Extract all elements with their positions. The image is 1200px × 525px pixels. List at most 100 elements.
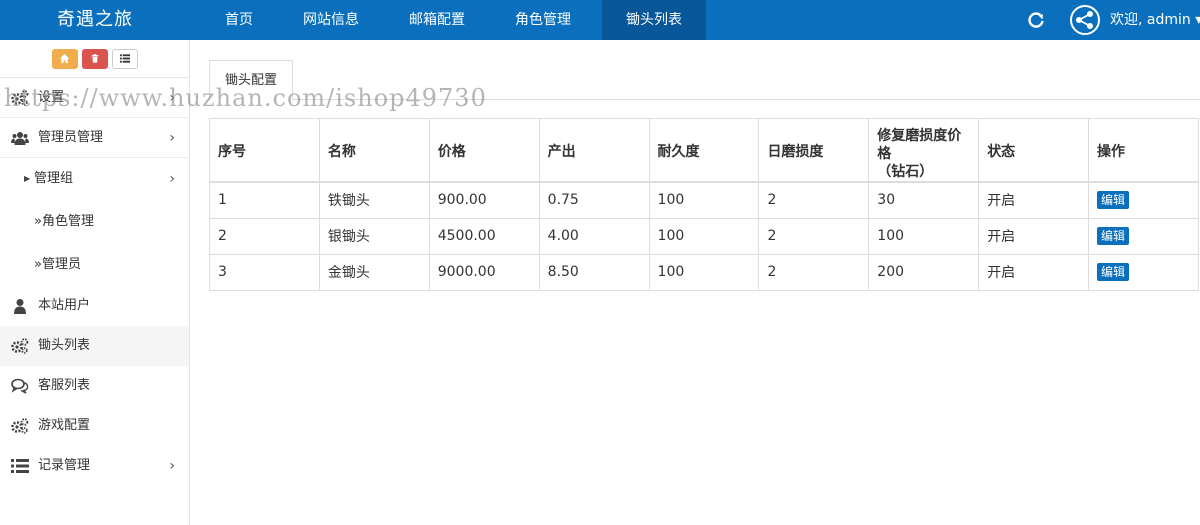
cell-index: 3 [209, 253, 320, 291]
comments-icon [11, 378, 29, 394]
column-header: 价格 [428, 118, 540, 183]
user-icon [14, 299, 26, 314]
sidebar-item-label: 锄头列表 [38, 338, 91, 353]
sidebar-item-label: 管理员管理 [38, 130, 104, 145]
table-row: 3 金锄头 9000.00 8.50 100 2 200 开启 编辑 [209, 253, 1199, 291]
cell-actions: 编辑 [1088, 253, 1199, 291]
app-title[interactable]: 奇遇之旅 [0, 0, 190, 40]
sidebar-item-site-users[interactable]: 本站用户 [0, 286, 189, 326]
chevron-right-icon: › [169, 171, 175, 187]
edit-button[interactable]: 编辑 [1097, 191, 1130, 210]
cell-status: 开启 [978, 181, 1090, 219]
chevron-right-icon: › [169, 130, 175, 146]
column-header: 序号 [209, 118, 320, 183]
cell-repair-price: 100 [868, 217, 980, 255]
users-icon [11, 132, 29, 145]
user-menu[interactable]: 欢迎, admin ▾ [1110, 0, 1200, 40]
sidebar-item-hoe-list[interactable]: 锄头列表 [0, 326, 189, 366]
cell-durability: 100 [648, 253, 760, 291]
nav-home[interactable]: 首页 [206, 0, 272, 40]
cell-index: 2 [209, 217, 320, 255]
cell-daily-wear: 2 [758, 253, 870, 291]
nav-email-config[interactable]: 邮箱配置 [390, 0, 484, 40]
edit-button[interactable]: 编辑 [1097, 227, 1130, 245]
list-icon [119, 54, 130, 63]
cell-status: 开启 [978, 253, 1090, 291]
edit-button[interactable]: 编辑 [1097, 263, 1130, 281]
gears-icon [11, 418, 29, 434]
column-header: 修复磨损度价格 （钻石） [868, 118, 980, 183]
list-button[interactable] [111, 48, 138, 69]
table-row: 2 银锄头 4500.00 4.00 100 2 100 开启 编辑 [209, 217, 1199, 255]
column-header: 耐久度 [648, 118, 760, 183]
sidebar-item-label: »管理员 [34, 257, 81, 272]
cell-daily-wear: 2 [758, 217, 870, 255]
sidebar-toolbar [0, 40, 189, 78]
cell-actions: 编辑 [1088, 181, 1199, 219]
cell-name: 银锄头 [318, 217, 430, 255]
column-header: 日磨损度 [758, 118, 870, 183]
chevron-right-icon: › [169, 458, 175, 474]
chevron-right-icon: › [169, 90, 175, 106]
cell-output: 4.00 [538, 217, 650, 255]
nav-site-info[interactable]: 网站信息 [284, 0, 378, 40]
column-header: 名称 [318, 118, 430, 183]
cell-name: 铁锄头 [318, 181, 430, 219]
column-header-line: 修复磨损度价格 [877, 128, 962, 162]
avatar[interactable] [1070, 5, 1100, 35]
cell-price: 900.00 [428, 181, 540, 219]
sidebar-item-label: »角色管理 [34, 214, 94, 229]
gears-icon [11, 90, 29, 106]
sidebar-item-settings[interactable]: 设置 › [0, 78, 189, 118]
sidebar-item-record-management[interactable]: 记录管理 › [0, 446, 189, 486]
sidebar-item-game-config[interactable]: 游戏配置 [0, 406, 189, 446]
cell-repair-price: 30 [868, 181, 980, 219]
nav-role-management[interactable]: 角色管理 [496, 0, 590, 40]
column-header-line: （钻石） [877, 164, 934, 180]
sidebar-item-admin-management[interactable]: 管理员管理 › [0, 118, 189, 158]
share-nodes-icon [1076, 11, 1093, 29]
sidebar-item-label: 记录管理 [38, 458, 91, 473]
cell-daily-wear: 2 [758, 181, 870, 219]
column-header: 操作 [1088, 118, 1199, 183]
trash-button[interactable] [81, 48, 108, 69]
sidebar-item-label: 游戏配置 [38, 418, 91, 433]
tab-hoe-config[interactable]: 锄头配置 [209, 60, 293, 100]
sidebar-item-label: 设置 [38, 90, 65, 105]
sidebar-item-administrators[interactable]: »管理员 [0, 243, 189, 286]
cell-price: 9000.00 [428, 253, 540, 291]
nav-hoe-list[interactable]: 锄头列表 [602, 0, 706, 40]
table-header-row: 序号 名称 价格 产出 耐久度 日磨损度 修复磨损度价格 （钻石） 状态 操作 [209, 118, 1199, 183]
sidebar-item-label: 客服列表 [38, 378, 91, 393]
sidebar-item-label: 管理组 [34, 171, 74, 186]
cell-name: 金锄头 [318, 253, 430, 291]
home-icon [59, 53, 70, 64]
cell-price: 4500.00 [428, 217, 540, 255]
hoe-table: 序号 名称 价格 产出 耐久度 日磨损度 修复磨损度价格 （钻石） 状态 操作 1… [209, 118, 1199, 291]
sidebar-item-admin-group[interactable]: ▶ 管理组 › [0, 158, 189, 200]
top-navbar: 奇遇之旅 首页 网站信息 邮箱配置 角色管理 锄头列表 欢迎, admin ▾ [0, 0, 1200, 40]
column-header: 产出 [538, 118, 650, 183]
list-icon [11, 459, 29, 473]
cell-index: 1 [209, 181, 320, 219]
main-nav: 首页 网站信息 邮箱配置 角色管理 锄头列表 [190, 0, 718, 40]
caret-right-icon: ▶ [24, 174, 31, 183]
trash-icon [91, 54, 98, 63]
cell-output: 0.75 [538, 181, 650, 219]
cell-repair-price: 200 [868, 253, 980, 291]
refresh-icon[interactable] [1026, 10, 1046, 30]
cell-durability: 100 [648, 217, 760, 255]
sidebar-item-customer-service[interactable]: 客服列表 [0, 366, 189, 406]
gears-icon [11, 338, 29, 354]
cell-output: 8.50 [538, 253, 650, 291]
table-row: 1 铁锄头 900.00 0.75 100 2 30 开启 编辑 [209, 181, 1199, 219]
tab-divider [209, 99, 1200, 100]
column-header: 状态 [978, 118, 1090, 183]
sidebar-item-label: 本站用户 [38, 298, 91, 313]
home-button[interactable] [51, 48, 78, 69]
cell-status: 开启 [978, 217, 1090, 255]
sidebar-item-role-management[interactable]: »角色管理 [0, 200, 189, 243]
cell-actions: 编辑 [1088, 217, 1199, 255]
cell-durability: 100 [648, 181, 760, 219]
sidebar: 设置 › 管理员管理 › ▶ 管理组 › »角色管理 »管理员 本站用户 锄头列… [0, 40, 190, 525]
